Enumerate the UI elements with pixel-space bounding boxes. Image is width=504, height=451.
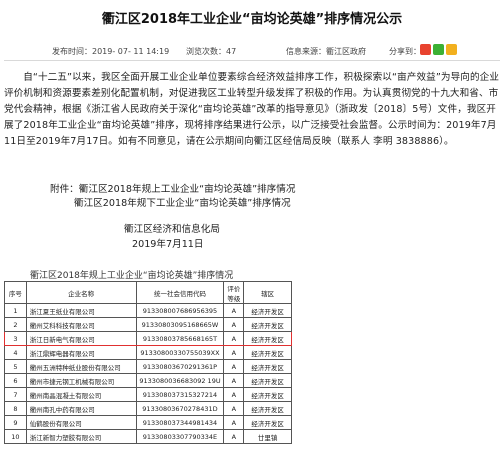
signature-date: 2019年7月11日 bbox=[132, 239, 204, 250]
credit-code: 913308036702913​61P bbox=[135, 359, 225, 374]
weibo-icon[interactable] bbox=[420, 44, 431, 55]
company-name: 浙江日新电气有限公司 bbox=[25, 331, 137, 346]
row-index: 6 bbox=[4, 373, 27, 388]
view-count: 浏览次数：47 bbox=[186, 47, 237, 56]
credit-code: 91330803307790334E bbox=[135, 429, 225, 444]
attachment-line-1[interactable]: 附件：衢江区2018年规上工业企业“亩均论英雄”排序情况 bbox=[50, 181, 295, 195]
company-name: 衢州南孔中药有限公司 bbox=[25, 401, 137, 416]
company-name: 衢州市捷元钢工机械有限公司 bbox=[25, 373, 137, 388]
district: 经济开发区 bbox=[243, 373, 292, 388]
table-row: 6 衢州市捷元钢工机械有限公司 9133080036683092 19U A 经济开发区 bbox=[4, 373, 292, 388]
row-index: 10 bbox=[4, 429, 27, 444]
col-header-credit-code: 统一社会信用代码 bbox=[135, 281, 225, 304]
table-row: 7 衢州南晶混凝土有限公司 913308037315327214 A 经济开发区 bbox=[4, 387, 292, 402]
credit-code: 913308007686956395 bbox=[135, 303, 225, 318]
grade: A bbox=[223, 359, 245, 374]
attachment-line-2[interactable]: 衢江区2018年规下工业企业“亩均论英雄”排序情况 bbox=[74, 195, 291, 209]
company-name: 浙江鼎辉电器有限公司 bbox=[25, 345, 137, 360]
article-title: 衢江区2018年工业企业“亩均论英雄”排序情况公示 bbox=[101, 12, 403, 27]
district: 经济开发区 bbox=[243, 401, 292, 416]
col-header-district: 辖区 bbox=[243, 281, 292, 304]
credit-code: 913308037344981434 bbox=[135, 415, 225, 430]
table-row: 5 衢州五洲特种纸业股份有限公司 913308036702913​61P A 经济开发区 bbox=[4, 359, 292, 374]
district: 经济开发区 bbox=[243, 415, 292, 430]
table-caption: 衢江区2018年规上工业企业“亩均论英雄”排序情况 bbox=[30, 271, 234, 281]
row-index: 9 bbox=[4, 415, 27, 430]
grade: A bbox=[223, 303, 245, 318]
row-index: 5 bbox=[4, 359, 27, 374]
col-header-index: 序号 bbox=[4, 281, 27, 304]
table-row: 4 浙江鼎辉电器有限公司 91330800330755039XX A 经济开发区 bbox=[4, 345, 292, 360]
share-buttons bbox=[420, 44, 457, 55]
district: 经济开发区 bbox=[243, 359, 292, 374]
credit-code: 91330803670278431D bbox=[135, 401, 225, 416]
grade: A bbox=[223, 331, 245, 346]
grade: A bbox=[223, 345, 245, 360]
credit-code: 91330803785668165T bbox=[135, 331, 225, 346]
grade: A bbox=[223, 415, 245, 430]
district: 经济开发区 bbox=[243, 331, 292, 346]
grade: A bbox=[223, 401, 245, 416]
grade: A bbox=[223, 429, 245, 444]
publish-time: 发布时间：2019- 07- 11 14:19 bbox=[52, 47, 170, 56]
row-index: 7 bbox=[4, 387, 27, 402]
grade: A bbox=[223, 317, 245, 332]
col-header-grade: 评价等级 bbox=[223, 281, 245, 304]
company-name: 浙江新智力塑胶有限公司 bbox=[25, 429, 137, 444]
table-header-row: 序号 企业名称 统一社会信用代码 评价等级 辖区 bbox=[4, 281, 292, 304]
table-row: 8 衢州南孔中药有限公司 91330803670278431D A 经济开发区 bbox=[4, 401, 292, 416]
credit-code: 9133080036683092 19U bbox=[135, 373, 225, 388]
table-row: 1 浙江夏王纸业有限公司 913308007686956395 A 经济开发区 bbox=[4, 303, 292, 318]
district: 经济开发区 bbox=[243, 317, 292, 332]
table-row: 3 浙江日新电气有限公司 91330803785668165T A 经济开发区 bbox=[4, 331, 292, 346]
district: 经济开发区 bbox=[243, 345, 292, 360]
company-name: 衢州五洲特种纸业股份有限公司 bbox=[25, 359, 137, 374]
company-name: 衢州艾科科技有限公司 bbox=[25, 317, 137, 332]
grade: A bbox=[223, 373, 245, 388]
company-name: 仙鹤股份有限公司 bbox=[25, 415, 137, 430]
qzone-icon[interactable] bbox=[446, 44, 457, 55]
wechat-icon[interactable] bbox=[433, 44, 444, 55]
row-index: 8 bbox=[4, 401, 27, 416]
share-label: 分享到： bbox=[389, 47, 421, 56]
row-index: 4 bbox=[4, 345, 27, 360]
credit-code: 913308037315327214 bbox=[135, 387, 225, 402]
ranking-table: 序号 企业名称 统一社会信用代码 评价等级 辖区 1 浙江夏王纸业有限公司 9133… bbox=[4, 281, 292, 444]
row-index: 3 bbox=[4, 331, 27, 346]
district: 经济开发区 bbox=[243, 387, 292, 402]
col-header-company: 企业名称 bbox=[25, 281, 137, 304]
row-index: 1 bbox=[4, 303, 27, 318]
district: 经济开发区 bbox=[243, 303, 292, 318]
credit-code: 91330803095168665W bbox=[135, 317, 225, 332]
grade: A bbox=[223, 387, 245, 402]
credit-code: 91330800330755039XX bbox=[135, 345, 225, 360]
company-name: 衢州南晶混凝土有限公司 bbox=[25, 387, 137, 402]
signature-org: 衢江区经济和信息化局 bbox=[124, 224, 220, 235]
article-paragraph: 自“十二五”以来，我区全面开展工业企业单位要素综合经济效益排序工作，积极探索以“… bbox=[4, 72, 500, 147]
table-row: 10 浙江新智力塑胶有限公司 91330803307790334E A 廿里镇 bbox=[4, 429, 292, 444]
table-row: 2 衢州艾科科技有限公司 91330803095168665W A 经济开发区 bbox=[4, 317, 292, 332]
district: 廿里镇 bbox=[243, 429, 292, 444]
row-index: 2 bbox=[4, 317, 27, 332]
header-divider bbox=[4, 60, 500, 61]
company-name: 浙江夏王纸业有限公司 bbox=[25, 303, 137, 318]
info-source: 信息来源：衢江区政府 bbox=[286, 47, 366, 56]
table-row: 9 仙鹤股份有限公司 913308037344981434 A 经济开发区 bbox=[4, 415, 292, 430]
